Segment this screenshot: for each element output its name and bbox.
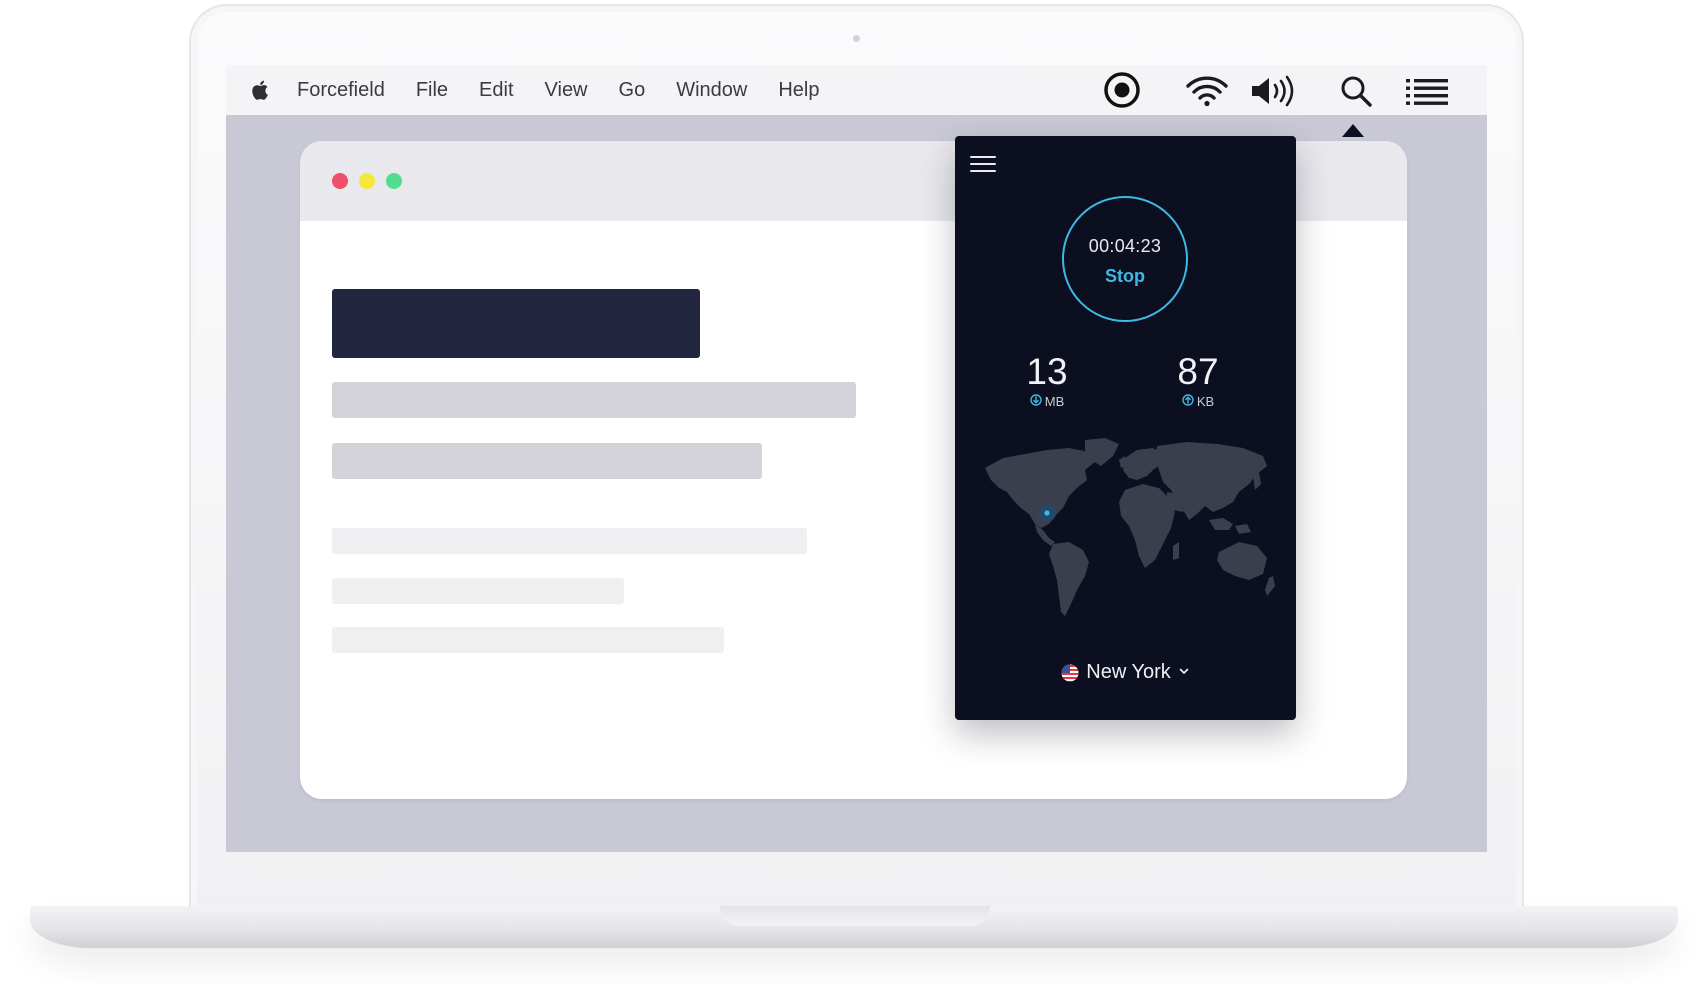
download-unit: MB: [1044, 394, 1065, 409]
minimize-button[interactable]: [359, 173, 375, 189]
download-arrow-icon: [1030, 394, 1042, 409]
placeholder-heading: [332, 289, 700, 358]
vpn-popover: 00:04:23 Stop 13 MB 87 KB New York: [955, 136, 1296, 720]
list-icon[interactable]: [1406, 76, 1448, 106]
menu-go[interactable]: Go: [619, 79, 646, 102]
wifi-icon[interactable]: [1185, 74, 1229, 108]
close-button[interactable]: [332, 173, 348, 189]
screen: Forcefield File Edit View Go Window Help: [226, 65, 1487, 852]
placeholder-subline-2: [332, 443, 762, 479]
menu-window[interactable]: Window: [676, 79, 747, 102]
search-icon[interactable]: [1339, 74, 1373, 108]
zoom-button[interactable]: [386, 173, 402, 189]
hamburger-menu-icon[interactable]: [970, 154, 996, 174]
location-name: New York: [1086, 661, 1171, 683]
placeholder-text-line-2: [332, 578, 624, 604]
menu-app-name[interactable]: Forcefield: [297, 79, 385, 102]
download-value: 13: [1026, 351, 1068, 392]
download-stat: 13 MB: [992, 351, 1102, 410]
upload-unit: KB: [1196, 394, 1215, 409]
volume-icon[interactable]: [1250, 74, 1298, 108]
chevron-down-icon: [1178, 664, 1190, 682]
upload-value: 87: [1177, 351, 1219, 392]
laptop-notch: [720, 906, 990, 926]
popover-arrow: [1342, 124, 1364, 137]
placeholder-subline-1: [332, 382, 856, 418]
menu-bar: Forcefield File Edit View Go Window Help: [226, 65, 1487, 115]
connection-timer-button[interactable]: 00:04:23 Stop: [1062, 196, 1188, 322]
apple-logo-icon[interactable]: [249, 77, 275, 103]
menu-view[interactable]: View: [545, 79, 588, 102]
menu-file[interactable]: File: [416, 79, 448, 102]
upload-stat: 87 KB: [1143, 351, 1253, 410]
placeholder-text-line-1: [332, 528, 807, 554]
location-selector[interactable]: New York: [955, 661, 1296, 684]
world-map: [985, 438, 1275, 616]
placeholder-text-line-3: [332, 627, 724, 653]
menu-help[interactable]: Help: [778, 79, 819, 102]
us-flag-icon: [1061, 664, 1079, 682]
camera-dot: [853, 35, 860, 42]
stop-button-label: Stop: [1105, 265, 1145, 286]
connection-timer: 00:04:23: [1088, 235, 1162, 256]
menu-edit[interactable]: Edit: [479, 79, 513, 102]
forcefield-logo-icon[interactable]: [1103, 71, 1141, 109]
upload-arrow-icon: [1182, 394, 1194, 409]
laptop-mockup: Forcefield File Edit View Go Window Help: [0, 0, 1708, 984]
